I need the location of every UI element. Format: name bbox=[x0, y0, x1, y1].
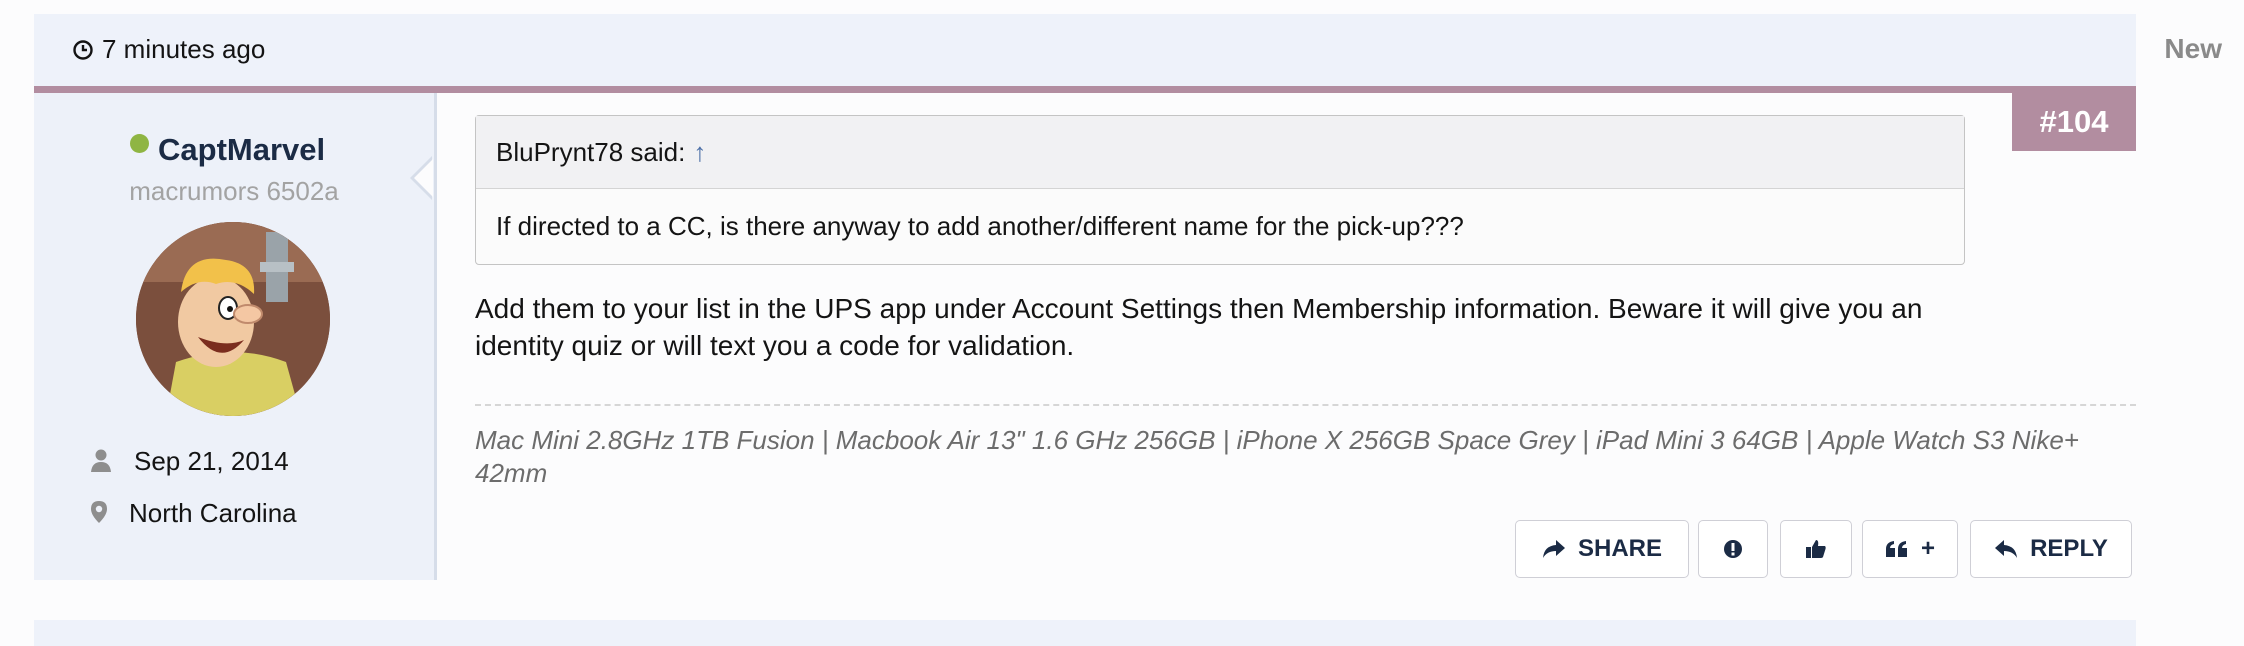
avatar-image bbox=[136, 222, 330, 416]
thumbs-up-icon bbox=[1806, 540, 1826, 558]
post-message: Add them to your list in the UPS app und… bbox=[475, 293, 1923, 361]
quote-header: BluPrynt78 said: ↑ bbox=[476, 116, 1964, 189]
multiquote-button[interactable]: + bbox=[1862, 520, 1958, 578]
quote-jump-arrow[interactable]: ↑ bbox=[693, 137, 706, 168]
author-location: North Carolina bbox=[129, 498, 297, 528]
reply-label: REPLY bbox=[2030, 535, 2108, 562]
multiquote-plus: + bbox=[1920, 535, 1935, 562]
post-number-badge[interactable]: #104 bbox=[2012, 93, 2136, 151]
post-accent-line bbox=[34, 86, 2136, 93]
reply-icon bbox=[1995, 540, 2018, 558]
signature-text: Mac Mini 2.8GHz 1TB Fusion | Macbook Air… bbox=[475, 425, 2079, 488]
like-button[interactable] bbox=[1780, 520, 1852, 578]
share-label: SHARE bbox=[1577, 535, 1662, 562]
signature-divider bbox=[475, 404, 2136, 406]
share-button[interactable]: SHARE bbox=[1515, 520, 1689, 578]
quote-icon bbox=[1885, 541, 1907, 557]
new-badge: New bbox=[2164, 33, 2222, 64]
quote-text: If directed to a CC, is there anyway to … bbox=[496, 211, 1464, 241]
map-marker-icon bbox=[91, 501, 107, 523]
exclamation-circle-icon bbox=[1724, 540, 1742, 558]
online-status-icon bbox=[130, 134, 149, 153]
report-button[interactable] bbox=[1698, 520, 1768, 578]
timestamp-text: 7 minutes ago bbox=[102, 34, 266, 64]
quote-block: BluPrynt78 said: ↑ If directed to a CC, … bbox=[475, 115, 1965, 265]
author-username[interactable]: CaptMarvel bbox=[158, 132, 325, 168]
joined-date: Sep 21, 2014 bbox=[134, 446, 289, 476]
author-user-title: macrumors 6502a bbox=[129, 176, 339, 206]
user-icon bbox=[91, 449, 111, 472]
post-header-bar bbox=[34, 14, 2136, 86]
next-post-header-bar bbox=[34, 620, 2136, 646]
reply-button[interactable]: REPLY bbox=[1970, 520, 2132, 578]
quote-author-label: BluPrynt78 said: bbox=[496, 136, 686, 167]
clock-icon bbox=[73, 39, 93, 60]
share-arrow-icon bbox=[1542, 540, 1565, 558]
avatar[interactable] bbox=[136, 222, 330, 416]
post-timestamp[interactable]: 7 minutes ago bbox=[72, 34, 265, 65]
